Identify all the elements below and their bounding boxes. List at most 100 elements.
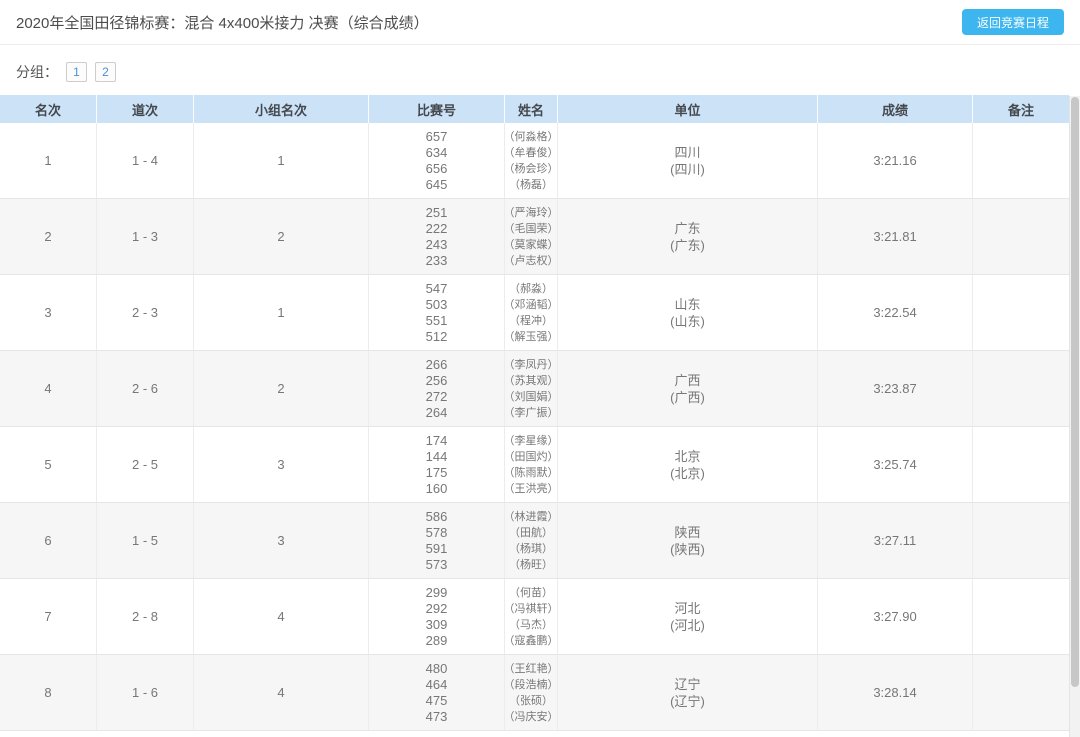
team-name: 广西 — [674, 372, 700, 389]
name-cell: （李星缘） （田国灼） （陈雨默） （王洪亮） — [505, 427, 558, 502]
group-label: 分组： — [16, 62, 58, 82]
lane-cell: 2 - 3 — [97, 275, 194, 350]
result-cell: 3:27.11 — [818, 503, 973, 578]
athlete-name: （杨琪） — [509, 541, 553, 557]
group-rank-cell: 2 — [194, 199, 369, 274]
bib-number: 578 — [426, 525, 448, 541]
remark-cell — [973, 275, 1069, 350]
bib-number: 299 — [426, 585, 448, 601]
athlete-name: （段浩楠） — [504, 677, 559, 693]
bib-number: 222 — [426, 221, 448, 237]
team-name-alt: (河北) — [670, 617, 705, 634]
athlete-name: （牟春俊） — [504, 145, 559, 161]
team-cell: 广西 (广西) — [558, 351, 818, 426]
athlete-name: （林进霞） — [504, 509, 559, 525]
bib-number: 591 — [426, 541, 448, 557]
team-name: 河北 — [674, 600, 700, 617]
result-cell: 3:21.16 — [818, 123, 973, 198]
athlete-name: （杨会珍） — [504, 161, 559, 177]
bib-number: 175 — [426, 465, 448, 481]
team-name: 北京 — [674, 448, 700, 465]
bib-number: 243 — [426, 237, 448, 253]
group-button-2[interactable]: 2 — [95, 62, 116, 82]
rank-cell: 2 — [0, 199, 97, 274]
column-header-result: 成绩 — [818, 95, 973, 123]
group-rank-cell: 1 — [194, 275, 369, 350]
name-cell: （何苗） （冯祺轩） （马杰） （寇鑫鹏） — [505, 579, 558, 654]
column-header-remark: 备注 — [973, 95, 1069, 123]
team-name-alt: (四川) — [670, 161, 705, 178]
result-cell: 3:22.54 — [818, 275, 973, 350]
results-page: 2020年全国田径锦标赛：混合 4x400米接力 决赛（综合成绩） 返回竞赛日程… — [0, 0, 1080, 737]
rank-cell: 7 — [0, 579, 97, 654]
vertical-scrollbar[interactable] — [1069, 96, 1080, 737]
bib-number: 645 — [426, 177, 448, 193]
bib-cell: 480 464 475 473 — [369, 655, 505, 730]
bib-number: 480 — [426, 661, 448, 677]
column-header-bib: 比赛号 — [369, 95, 505, 123]
result-cell: 3:28.14 — [818, 655, 973, 730]
bib-number: 656 — [426, 161, 448, 177]
back-to-schedule-button[interactable]: 返回竞赛日程 — [962, 9, 1064, 35]
scrollbar-thumb[interactable] — [1071, 97, 1079, 687]
bib-number: 144 — [426, 449, 448, 465]
rank-cell: 3 — [0, 275, 97, 350]
table-row: 7 2 - 8 4 299 292 309 289 （何苗） （冯祺轩） （马杰… — [0, 579, 1069, 655]
athlete-name: （马杰） — [509, 617, 553, 633]
name-cell: （王红艳） （段浩楠） （张硕） （冯庆安） — [505, 655, 558, 730]
bib-number: 160 — [426, 481, 448, 497]
name-cell: （郝淼） （邓涵韬） （程冲） （解玉强） — [505, 275, 558, 350]
name-cell: （严海玲） （毛国荣） （莫家蝶） （卢志权） — [505, 199, 558, 274]
lane-cell: 1 - 6 — [97, 655, 194, 730]
team-name-alt: (陕西) — [670, 541, 705, 558]
remark-cell — [973, 351, 1069, 426]
bib-cell: 299 292 309 289 — [369, 579, 505, 654]
team-name-alt: (广东) — [670, 237, 705, 254]
bib-number: 586 — [426, 509, 448, 525]
athlete-name: （陈雨默） — [504, 465, 559, 481]
athlete-name: （郝淼） — [509, 281, 553, 297]
result-cell: 3:27.90 — [818, 579, 973, 654]
rank-cell: 6 — [0, 503, 97, 578]
bib-number: 309 — [426, 617, 448, 633]
team-name: 山东 — [674, 296, 700, 313]
team-cell: 陕西 (陕西) — [558, 503, 818, 578]
bib-number: 264 — [426, 405, 448, 421]
athlete-name: （田航） — [509, 525, 553, 541]
bib-number: 551 — [426, 313, 448, 329]
athlete-name: （毛国荣） — [504, 221, 559, 237]
bib-number: 657 — [426, 129, 448, 145]
group-rank-cell: 1 — [194, 123, 369, 198]
team-cell: 广东 (广东) — [558, 199, 818, 274]
column-header-team: 单位 — [558, 95, 818, 123]
athlete-name: （王红艳） — [504, 661, 559, 677]
bib-number: 475 — [426, 693, 448, 709]
rank-cell: 1 — [0, 123, 97, 198]
column-header-name: 姓名 — [505, 95, 558, 123]
remark-cell — [973, 123, 1069, 198]
bib-number: 573 — [426, 557, 448, 573]
table-row: 2 1 - 3 2 251 222 243 233 （严海玲） （毛国荣） （莫… — [0, 199, 1069, 275]
team-cell: 四川 (四川) — [558, 123, 818, 198]
bib-cell: 547 503 551 512 — [369, 275, 505, 350]
column-header-lane: 道次 — [97, 95, 194, 123]
athlete-name: （何苗） — [509, 585, 553, 601]
table-row: 5 2 - 5 3 174 144 175 160 （李星缘） （田国灼） （陈… — [0, 427, 1069, 503]
page-title: 2020年全国田径锦标赛：混合 4x400米接力 决赛（综合成绩） — [16, 12, 429, 33]
lane-cell: 2 - 8 — [97, 579, 194, 654]
group-rank-cell: 2 — [194, 351, 369, 426]
athlete-name: （何淼格） — [504, 129, 559, 145]
column-header-rank: 名次 — [0, 95, 97, 123]
team-cell: 北京 (北京) — [558, 427, 818, 502]
column-header-group-rank: 小组名次 — [194, 95, 369, 123]
bib-number: 634 — [426, 145, 448, 161]
team-name: 辽宁 — [674, 676, 700, 693]
athlete-name: （解玉强） — [504, 329, 559, 345]
bib-number: 233 — [426, 253, 448, 269]
bib-number: 464 — [426, 677, 448, 693]
bib-cell: 174 144 175 160 — [369, 427, 505, 502]
athlete-name: （程冲） — [509, 313, 553, 329]
team-name-alt: (辽宁) — [670, 693, 705, 710]
bib-number: 272 — [426, 389, 448, 405]
group-button-1[interactable]: 1 — [66, 62, 87, 82]
